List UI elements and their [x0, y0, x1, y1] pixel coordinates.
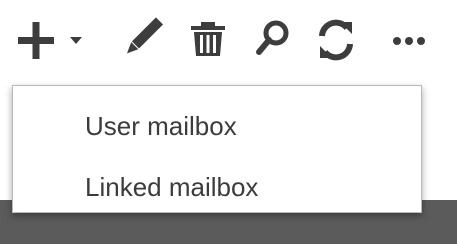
- new-dropdown-menu: User mailbox Linked mailbox: [12, 85, 422, 213]
- refresh-icon: [319, 19, 353, 61]
- delete-button[interactable]: [184, 0, 234, 78]
- toolbar: [0, 0, 457, 80]
- refresh-button[interactable]: [312, 0, 360, 78]
- menu-item-linked-mailbox[interactable]: Linked mailbox: [13, 164, 421, 210]
- pencil-icon: [126, 17, 164, 54]
- search-button[interactable]: [248, 0, 298, 78]
- more-button[interactable]: [384, 0, 436, 78]
- plus-icon: [18, 22, 54, 59]
- menu-item-user-mailbox[interactable]: User mailbox: [13, 103, 421, 149]
- ellipsis-icon: [393, 37, 425, 45]
- trash-icon: [191, 22, 225, 56]
- chevron-down-icon: [70, 37, 82, 44]
- edit-button[interactable]: [112, 0, 166, 78]
- new-button[interactable]: [14, 0, 96, 78]
- search-icon: [256, 20, 289, 55]
- mailbox-view: User mailbox Linked mailbox: [0, 0, 457, 244]
